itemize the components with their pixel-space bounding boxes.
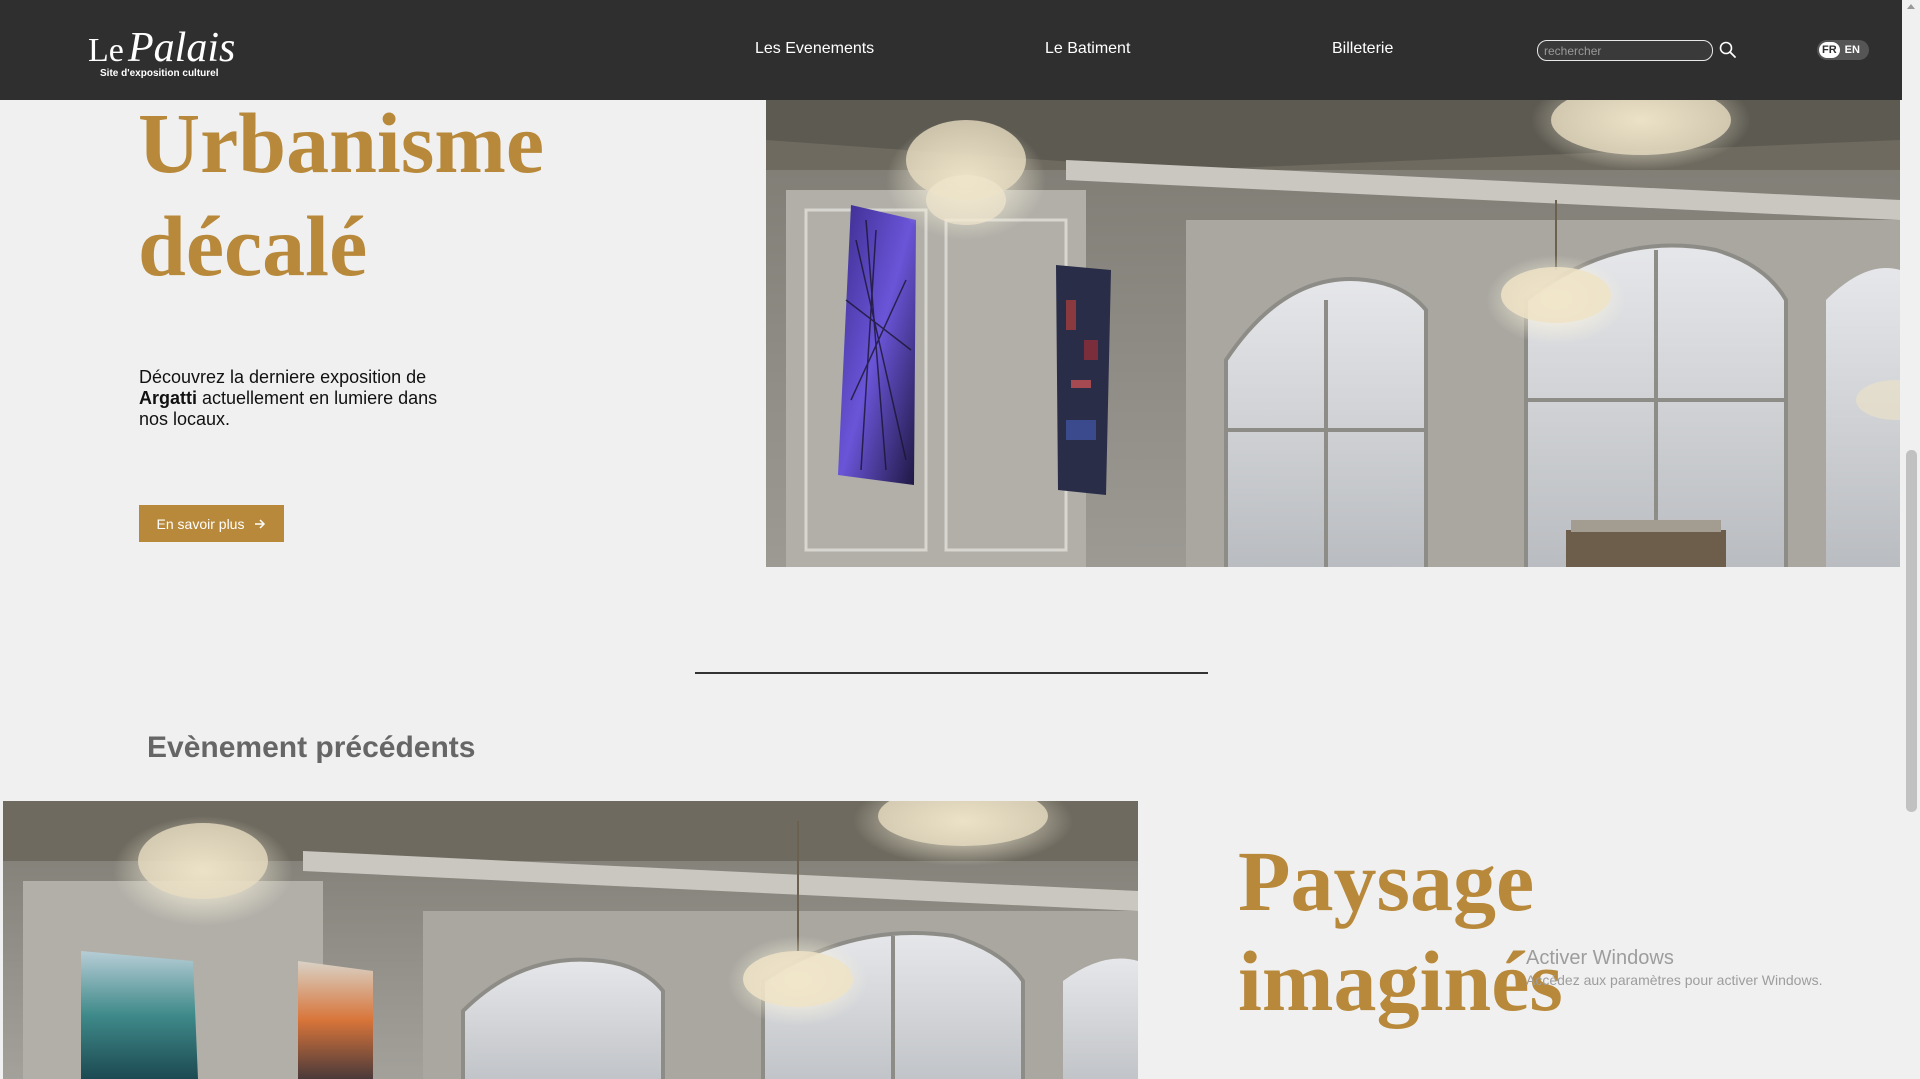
nav-link-batiment[interactable]: Le Batiment bbox=[1045, 40, 1130, 58]
search-icon[interactable] bbox=[1718, 40, 1738, 60]
learn-more-button[interactable]: En savoir plus bbox=[139, 505, 284, 542]
logo-le: Le bbox=[88, 32, 124, 69]
hero-description: Découvrez la derniere exposition de Arga… bbox=[139, 367, 459, 430]
search-input[interactable] bbox=[1537, 40, 1713, 61]
previous-title-line1: Paysage bbox=[1238, 833, 1535, 929]
lang-fr[interactable]: FR bbox=[1819, 42, 1840, 58]
hero-desc-artist: Argatti bbox=[139, 388, 197, 408]
previous-event-photo bbox=[3, 801, 1138, 1079]
nav-link-evenements[interactable]: Les Evenements bbox=[755, 40, 874, 58]
hero-title: Urbanisme décalé bbox=[138, 92, 738, 298]
nav-link-billeterie[interactable]: Billeterie bbox=[1332, 40, 1393, 58]
hero-gallery-photo bbox=[766, 100, 1900, 567]
section-divider bbox=[695, 672, 1208, 674]
hero-title-line2: décalé bbox=[138, 198, 368, 294]
windows-activation-watermark: Activer Windows Accédez aux paramètres p… bbox=[1526, 947, 1822, 988]
logo-tagline: Site d'exposition culturel bbox=[100, 68, 219, 79]
watermark-line2: Accédez aux paramètres pour activer Wind… bbox=[1526, 972, 1823, 988]
lang-en[interactable]: EN bbox=[1842, 42, 1863, 58]
top-navbar: Le Palais Site d'exposition culturel Les… bbox=[0, 0, 1902, 100]
language-toggle[interactable]: FR EN bbox=[1817, 40, 1869, 60]
watermark-line1: Activer Windows bbox=[1526, 947, 1674, 969]
vertical-scrollbar[interactable] bbox=[1902, 0, 1920, 1079]
arrow-right-icon bbox=[255, 518, 266, 529]
hero-desc-part1: Découvrez la derniere exposition de bbox=[139, 367, 427, 387]
scroll-up-arrow-icon[interactable] bbox=[1907, 4, 1915, 9]
previous-title-line2: imaginés bbox=[1238, 933, 1563, 1029]
logo[interactable]: Le Palais Site d'exposition culturel bbox=[88, 12, 238, 84]
previous-event-title: Paysage imaginés bbox=[1238, 831, 1738, 1031]
scrollbar-thumb[interactable] bbox=[1906, 450, 1917, 812]
learn-more-label: En savoir plus bbox=[156, 515, 245, 532]
section-title-previous-events: Evènement précédents bbox=[147, 731, 476, 764]
logo-palais: Palais bbox=[128, 25, 236, 71]
hero-title-line1: Urbanisme bbox=[138, 95, 545, 191]
